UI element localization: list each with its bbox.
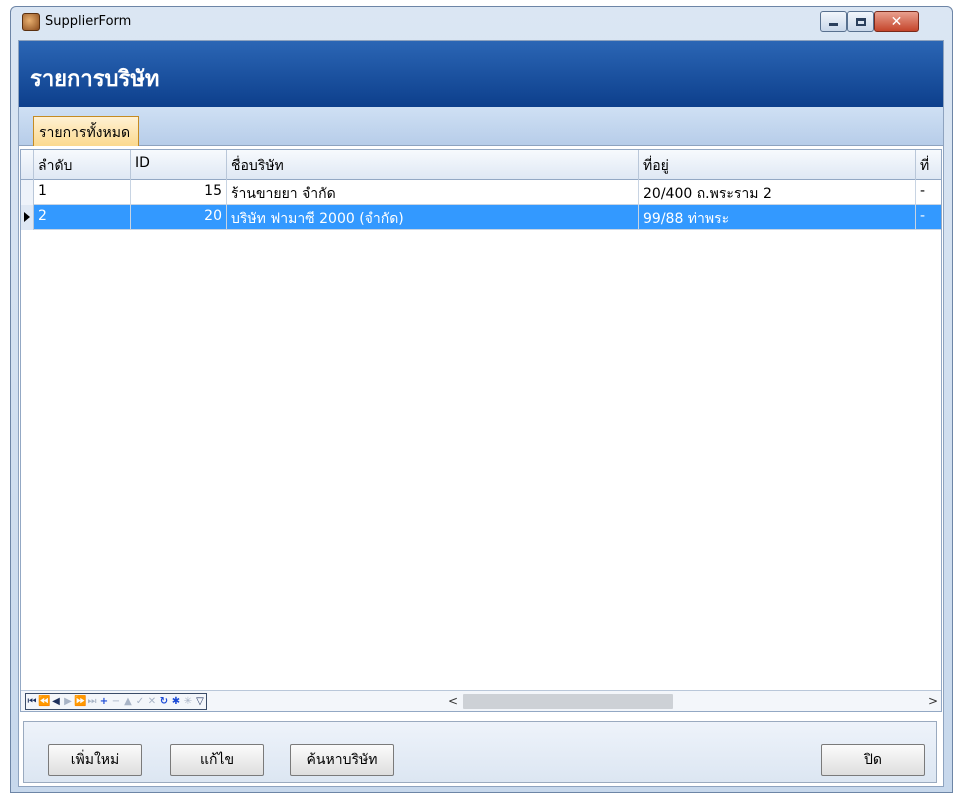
goto-bookmark-icon[interactable]: ✳ [182, 694, 194, 709]
minimize-button[interactable] [820, 11, 847, 32]
search-company-button[interactable]: ค้นหาบริษัท [290, 744, 394, 776]
cell-seq[interactable]: 2 [34, 205, 131, 230]
maximize-button[interactable] [847, 11, 874, 32]
title-bar[interactable]: SupplierForm ✕ [11, 7, 952, 39]
cell-address[interactable]: 99/88 ท่าพระ [639, 205, 916, 230]
cancel-edit-icon[interactable]: ✕ [146, 694, 158, 709]
column-header-id[interactable]: ID [131, 150, 227, 180]
first-record-icon[interactable]: ⏮ [26, 694, 38, 709]
table-row[interactable]: 1 15 ร้านขายยา จำกัด 20/400 ถ.พระราม 2 - [21, 180, 941, 205]
close-icon: ✕ [890, 13, 903, 30]
form-client-area: รายการบริษัท รายการทั้งหมด ลำดับ ID ชื่อ… [18, 40, 944, 787]
current-row-icon [24, 212, 30, 222]
supplier-grid[interactable]: ลำดับ ID ชื่อบริษัท ที่อยู่ ที่ 1 15 ร้า… [20, 149, 942, 712]
refresh-icon[interactable]: ↻ [158, 694, 170, 709]
desktop-edge [0, 0, 9, 793]
bookmark-icon[interactable]: ✱ [170, 694, 182, 709]
column-header-seq[interactable]: ลำดับ [34, 150, 131, 180]
window-title: SupplierForm [45, 14, 132, 29]
row-indicator[interactable] [21, 180, 34, 205]
cell-address[interactable]: 20/400 ถ.พระราม 2 [639, 180, 916, 205]
tab-all-items[interactable]: รายการทั้งหมด [33, 116, 140, 146]
cell-id[interactable]: 20 [131, 205, 227, 230]
cell-extra[interactable]: - [916, 205, 941, 230]
supplier-form-window: SupplierForm ✕ รายการบริษัท รายการทั้งหม… [10, 6, 953, 793]
edit-record-icon[interactable]: ▲ [122, 694, 134, 709]
delete-record-icon[interactable]: − [110, 694, 122, 709]
column-header-address[interactable]: ที่อยู่ [639, 150, 916, 180]
scroll-thumb[interactable] [463, 694, 673, 709]
post-edit-icon[interactable]: ✓ [134, 694, 146, 709]
app-icon [22, 13, 40, 31]
indicator-header [21, 150, 34, 180]
scroll-right-icon[interactable]: > [926, 693, 940, 710]
table-row-selected[interactable]: 2 20 บริษัท ฟามาซี 2000 (จำกัด) 99/88 ท่… [21, 205, 941, 230]
cell-extra[interactable]: - [916, 180, 941, 205]
edit-button[interactable]: แก้ไข [170, 744, 264, 776]
prev-record-icon[interactable]: ◀ [50, 694, 62, 709]
tab-strip: รายการทั้งหมด [19, 107, 943, 146]
column-header-extra[interactable]: ที่ [916, 150, 941, 180]
minimize-icon [829, 23, 838, 26]
last-record-icon[interactable]: ⏭ [86, 694, 98, 709]
action-panel: เพิ่มใหม่ แก้ไข ค้นหาบริษัท ปิด [23, 721, 937, 783]
page-title: รายการบริษัท [30, 67, 160, 92]
insert-record-icon[interactable]: + [98, 694, 110, 709]
column-header-name[interactable]: ชื่อบริษัท [227, 150, 639, 180]
navigator-buttons: ⏮ ⏪ ◀ ▶ ⏩ ⏭ + − ▲ ✓ ✕ ↻ ✱ ✳ ▽ [25, 693, 207, 710]
maximize-icon [855, 17, 866, 26]
row-indicator[interactable] [21, 205, 34, 230]
grid-header: ลำดับ ID ชื่อบริษัท ที่อยู่ ที่ [21, 150, 941, 180]
cell-name[interactable]: บริษัท ฟามาซี 2000 (จำกัด) [227, 205, 639, 230]
next-page-icon[interactable]: ⏩ [74, 694, 86, 709]
next-record-icon[interactable]: ▶ [62, 694, 74, 709]
grid-navigator: ⏮ ⏪ ◀ ▶ ⏩ ⏭ + − ▲ ✓ ✕ ↻ ✱ ✳ ▽ < > [21, 690, 941, 711]
add-new-button[interactable]: เพิ่มใหม่ [48, 744, 142, 776]
cell-seq[interactable]: 1 [34, 180, 131, 205]
cell-name[interactable]: ร้านขายยา จำกัด [227, 180, 639, 205]
horizontal-scrollbar[interactable]: < > [446, 693, 940, 710]
close-button[interactable]: ปิด [821, 744, 925, 776]
cell-id[interactable]: 15 [131, 180, 227, 205]
close-window-button[interactable]: ✕ [874, 11, 919, 32]
header-banner: รายการบริษัท [19, 41, 943, 107]
scroll-left-icon[interactable]: < [446, 693, 460, 710]
prev-page-icon[interactable]: ⏪ [38, 694, 50, 709]
filter-icon[interactable]: ▽ [194, 694, 206, 709]
